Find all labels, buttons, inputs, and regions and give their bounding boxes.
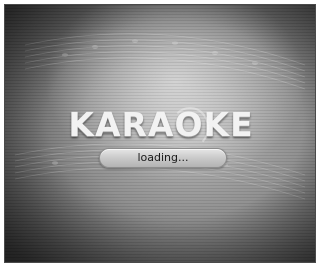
karaoke-logo: KARAOKE xyxy=(5,105,315,148)
logo-text-after: KE xyxy=(203,105,254,144)
logo-ring-letter: O xyxy=(171,105,209,148)
loading-indicator: loading... xyxy=(99,148,227,168)
logo-text-before: KARA xyxy=(68,105,175,144)
splash-screen: KARAOKE loading... xyxy=(4,4,316,263)
